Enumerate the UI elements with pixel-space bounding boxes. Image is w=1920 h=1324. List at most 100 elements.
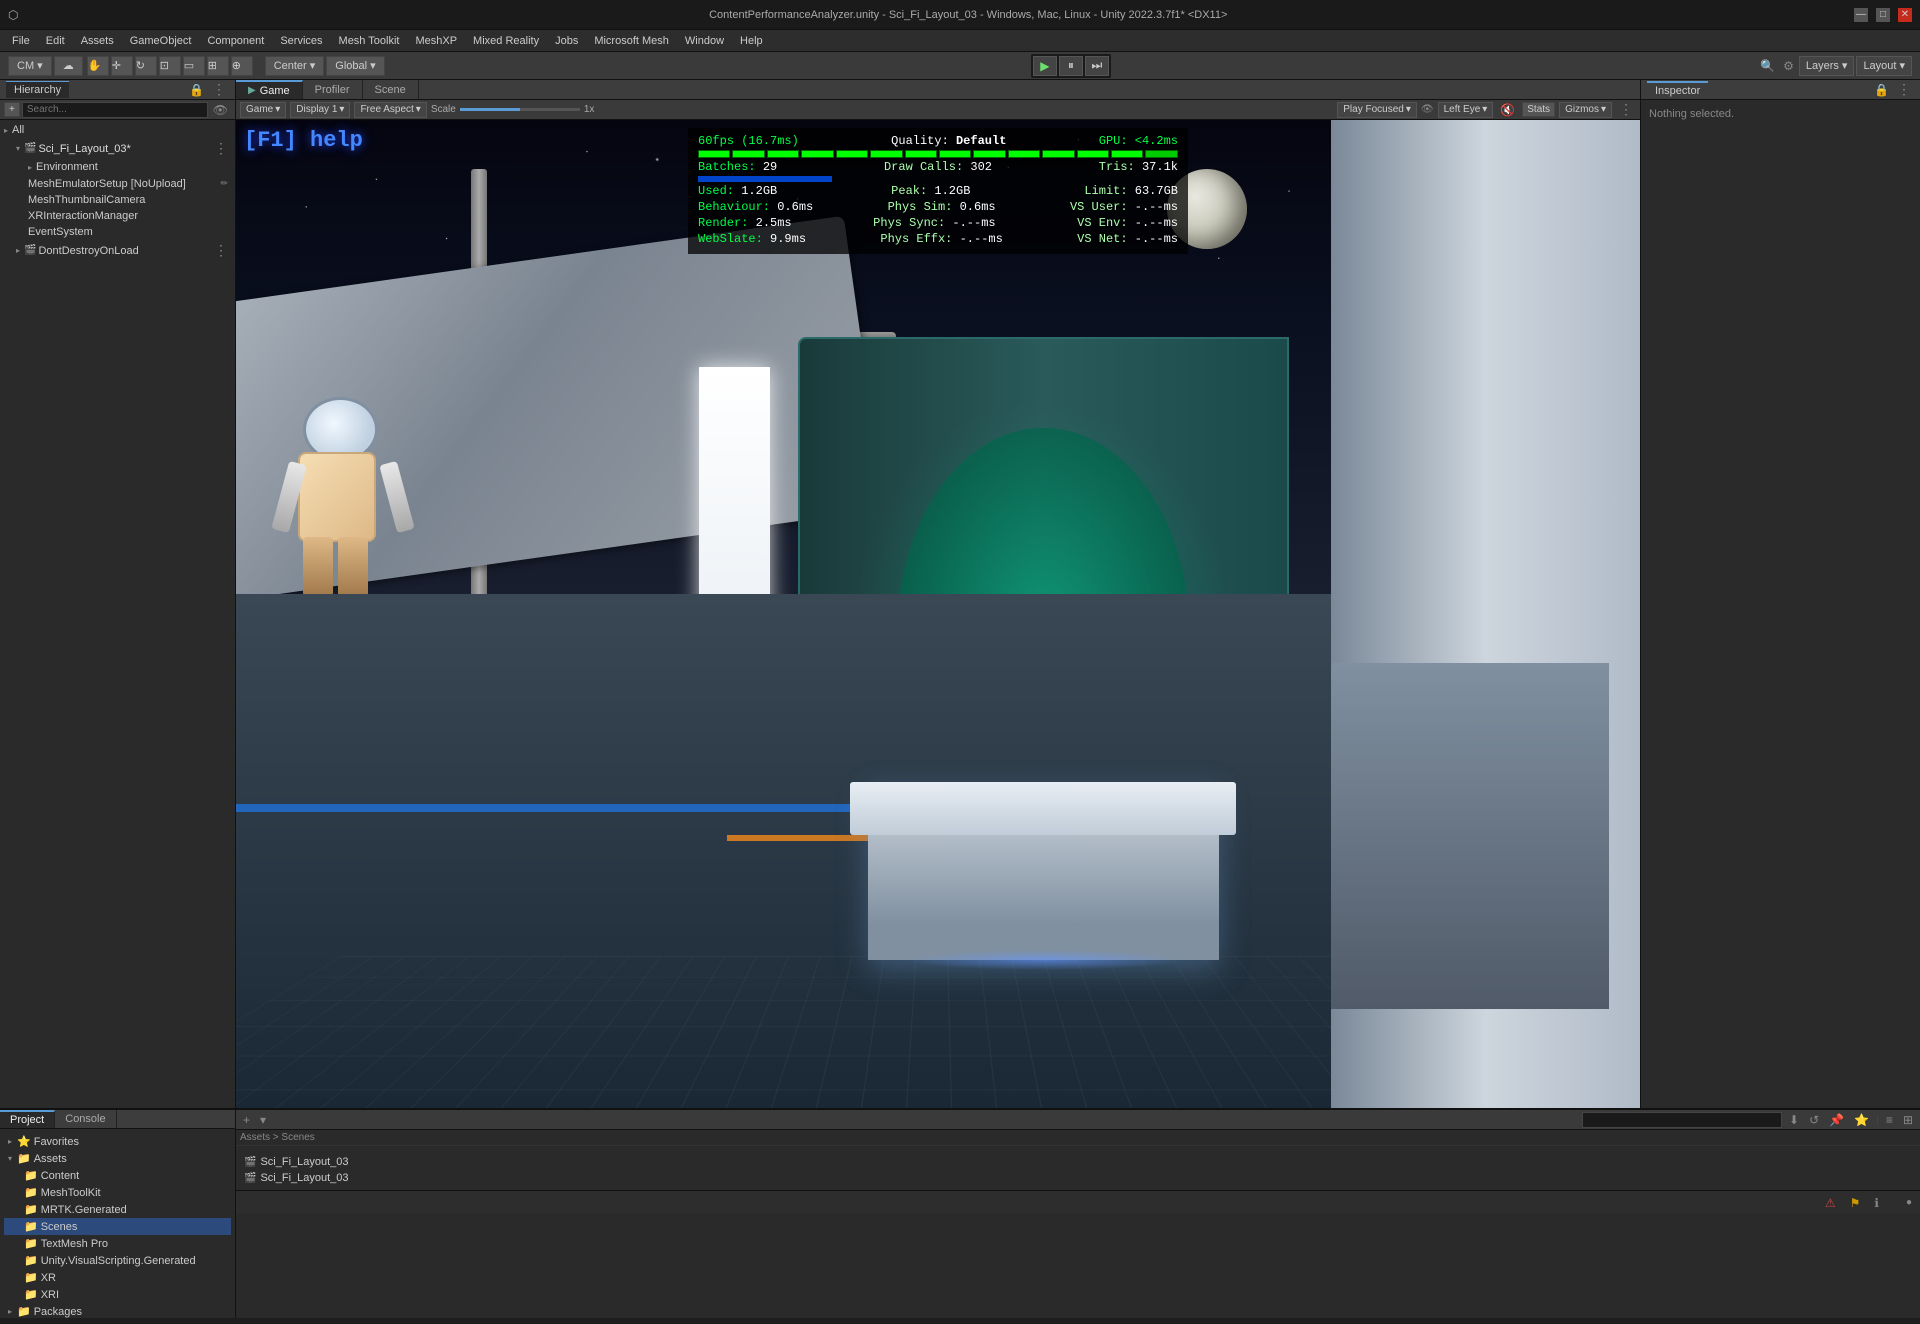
hierarchy-menu-btn[interactable]: ⋮ <box>209 81 229 98</box>
folder-icon: 📁 <box>24 1254 38 1267</box>
menu-mesh-toolkit[interactable]: Mesh Toolkit <box>331 33 408 49</box>
hierarchy-item-thumbnail-camera[interactable]: MeshThumbnailCamera <box>0 192 235 208</box>
tree-meshtoolkit-item[interactable]: 📁 MeshToolKit <box>4 1184 231 1201</box>
hierarchy-add-btn[interactable]: + <box>4 102 20 117</box>
display-dropdown[interactable]: Display 1 ▾ <box>290 102 350 118</box>
tree-visual-scripting-item[interactable]: 📁 Unity.VisualScripting.Generated <box>4 1252 231 1269</box>
reload-btn[interactable]: ↺ <box>1806 1112 1822 1128</box>
rect-tool[interactable]: ▭ <box>183 56 205 76</box>
search-btn[interactable]: 🔍 <box>1757 58 1778 74</box>
hierarchy-item-dontdestroy[interactable]: ▸ 🎬 DontDestroyOnLoad ⋮ <box>0 240 235 261</box>
close-button[interactable]: ✕ <box>1898 8 1912 22</box>
hierarchy-item-environment[interactable]: ▸ Environment <box>0 159 235 175</box>
tree-textmesh-item[interactable]: 📁 TextMesh Pro <box>4 1235 231 1252</box>
game-toolbar-menu-btn[interactable]: ⋮ <box>1616 101 1636 118</box>
file-item-2[interactable]: 🎬 Sci_Fi_Layout_03 <box>240 1170 1916 1186</box>
play-button[interactable]: ▶ <box>1033 56 1057 76</box>
aspect-dropdown[interactable]: Free Aspect ▾ <box>354 102 426 118</box>
cloud-btn[interactable]: ☁ <box>54 56 83 76</box>
gizmos-dropdown[interactable]: Gizmos ▾ <box>1559 102 1612 118</box>
step-button[interactable]: ⏭ <box>1085 56 1109 76</box>
menu-jobs[interactable]: Jobs <box>547 33 586 49</box>
assets-item[interactable]: ▾ 📁 Assets <box>4 1150 231 1167</box>
arrow-icon: ▾ <box>16 144 20 153</box>
edit-icon[interactable]: ✏ <box>217 177 231 190</box>
menu-help[interactable]: Help <box>732 33 771 49</box>
tree-xri-item[interactable]: 📁 XRI <box>4 1286 231 1303</box>
minimize-button[interactable]: — <box>1854 8 1868 22</box>
hierarchy-item-xr-interaction[interactable]: XRInteractionManager <box>0 208 235 224</box>
menu-window[interactable]: Window <box>677 33 732 49</box>
tree-content-item[interactable]: 📁 Content <box>4 1167 231 1184</box>
bar-seg-10 <box>1008 150 1040 158</box>
import-btn[interactable]: ⬇ <box>1786 1112 1802 1128</box>
hierarchy-item-mesh-emulator[interactable]: MeshEmulatorSetup [NoUpload] ✏ <box>0 175 235 192</box>
hierarchy-tab[interactable]: Hierarchy <box>6 81 69 98</box>
custom-tool[interactable]: ⊕ <box>231 56 253 76</box>
global-btn[interactable]: Global ▾ <box>326 56 384 76</box>
tree-mrtk-item[interactable]: 📁 MRTK.Generated <box>4 1201 231 1218</box>
settings-btn[interactable]: ⚙ <box>1780 58 1797 74</box>
hierarchy-search[interactable] <box>22 102 208 118</box>
menu-mixed-reality[interactable]: Mixed Reality <box>465 33 547 49</box>
hand-tool[interactable]: ✋ <box>87 56 109 76</box>
filter-btn[interactable]: ▾ <box>257 1112 269 1128</box>
stats-btn[interactable]: Stats <box>1522 102 1555 117</box>
stats-row-3: Used: 1.2GB Peak: 1.2GB Limit: 63.7GB <box>698 184 1178 198</box>
scale-slider[interactable] <box>460 108 580 111</box>
pause-button[interactable]: ⏸ <box>1059 56 1083 76</box>
cm-dropdown[interactable]: CM ▾ <box>8 56 52 76</box>
play-focused-dropdown[interactable]: Play Focused ▾ <box>1337 102 1417 118</box>
hierarchy-toolbar: + 👁 <box>0 100 235 120</box>
eye-dropdown[interactable]: Left Eye ▾ <box>1438 102 1494 118</box>
inspector-tab[interactable]: Inspector <box>1647 81 1708 99</box>
transform-tool[interactable]: ⊞ <box>207 56 229 76</box>
tree-xr-item[interactable]: 📁 XR <box>4 1269 231 1286</box>
game-tab[interactable]: ▶ Game <box>236 80 303 99</box>
scene-menu-btn[interactable]: ⋮ <box>211 140 231 157</box>
maximize-button[interactable]: □ <box>1876 8 1890 22</box>
favorites-item[interactable]: ▸ ⭐ Favorites <box>4 1133 231 1150</box>
dontdestroy-menu-btn[interactable]: ⋮ <box>211 242 231 259</box>
hierarchy-item-all[interactable]: ▸ All <box>0 122 235 138</box>
hierarchy-item-event-system[interactable]: EventSystem <box>0 224 235 240</box>
project-tab[interactable]: Project <box>0 1110 55 1128</box>
list-view-btn[interactable]: ≡ <box>1883 1112 1896 1128</box>
tree-scenes-item[interactable]: 📁 Scenes <box>4 1218 231 1235</box>
hierarchy-lock-btn[interactable]: 🔒 <box>186 81 207 98</box>
pivot-btn[interactable]: Center ▾ <box>265 56 325 76</box>
menu-services[interactable]: Services <box>272 33 330 49</box>
grid-view-btn[interactable]: ⊞ <box>1900 1112 1916 1128</box>
layout-dropdown[interactable]: Layout ▾ <box>1856 56 1912 76</box>
menu-meshxp[interactable]: MeshXP <box>407 33 465 49</box>
folder-icon: 📁 <box>24 1237 38 1250</box>
error-log-btn[interactable]: ⚠ <box>1822 1195 1839 1211</box>
layers-dropdown[interactable]: Layers ▾ <box>1799 56 1855 76</box>
scene-tab[interactable]: Scene <box>363 80 419 99</box>
menu-microsoft-mesh[interactable]: Microsoft Mesh <box>586 33 677 49</box>
scale-tool[interactable]: ⊡ <box>159 56 181 76</box>
add-btn[interactable]: + <box>240 1112 253 1128</box>
inspector-lock-btn[interactable]: 🔒 <box>1871 81 1892 98</box>
warning-log-btn[interactable]: ⚑ <box>1847 1195 1864 1211</box>
game-display-dropdown[interactable]: Game ▾ <box>240 102 286 118</box>
move-tool[interactable]: ✛ <box>111 56 133 76</box>
info-log-btn[interactable]: ℹ <box>1871 1195 1882 1211</box>
menu-edit[interactable]: Edit <box>38 33 73 49</box>
bookmark-btn[interactable]: ⭐ <box>1851 1112 1872 1128</box>
file-item-1[interactable]: 🎬 Sci_Fi_Layout_03 <box>240 1154 1916 1170</box>
menu-component[interactable]: Component <box>199 33 272 49</box>
hierarchy-eye-btn[interactable]: 👁 <box>210 102 231 118</box>
project-search[interactable] <box>1582 1112 1782 1128</box>
tree-packages-item[interactable]: ▸ 📁 Packages <box>4 1303 231 1320</box>
hierarchy-item-scene[interactable]: ▾ 🎬 Sci_Fi_Layout_03* ⋮ <box>0 138 235 159</box>
rotate-tool[interactable]: ↻ <box>135 56 157 76</box>
menu-assets[interactable]: Assets <box>73 33 122 49</box>
pin-btn[interactable]: 📌 <box>1826 1112 1847 1128</box>
menu-file[interactable]: File <box>4 33 38 49</box>
speaker-btn[interactable]: 🔇 <box>1497 102 1518 118</box>
profiler-tab[interactable]: Profiler <box>303 80 363 99</box>
menu-gameobject[interactable]: GameObject <box>122 33 200 49</box>
console-tab[interactable]: Console <box>55 1110 116 1128</box>
inspector-menu-btn[interactable]: ⋮ <box>1894 81 1914 98</box>
